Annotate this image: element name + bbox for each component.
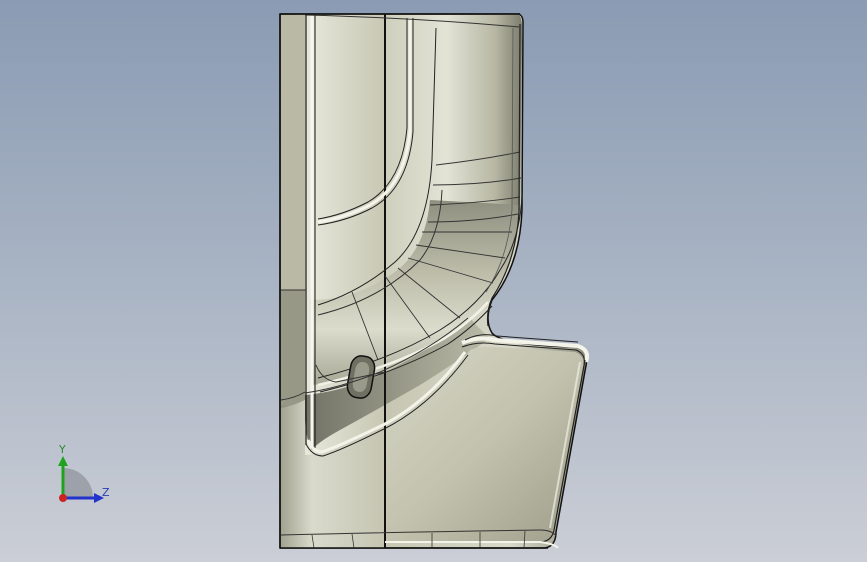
x-axis-dot	[59, 494, 67, 502]
y-axis-arrowhead	[58, 456, 68, 466]
z-axis-label: Z	[102, 486, 110, 499]
coordinate-triad: Y Z	[44, 440, 124, 510]
left-strip-shadow	[281, 290, 305, 408]
graphics-viewport[interactable]: Y Z	[0, 0, 867, 562]
y-axis-label: Y	[59, 443, 66, 456]
cad-model[interactable]	[0, 0, 867, 562]
triad-graphic	[58, 456, 104, 503]
triad-quarter-disc	[63, 468, 93, 498]
